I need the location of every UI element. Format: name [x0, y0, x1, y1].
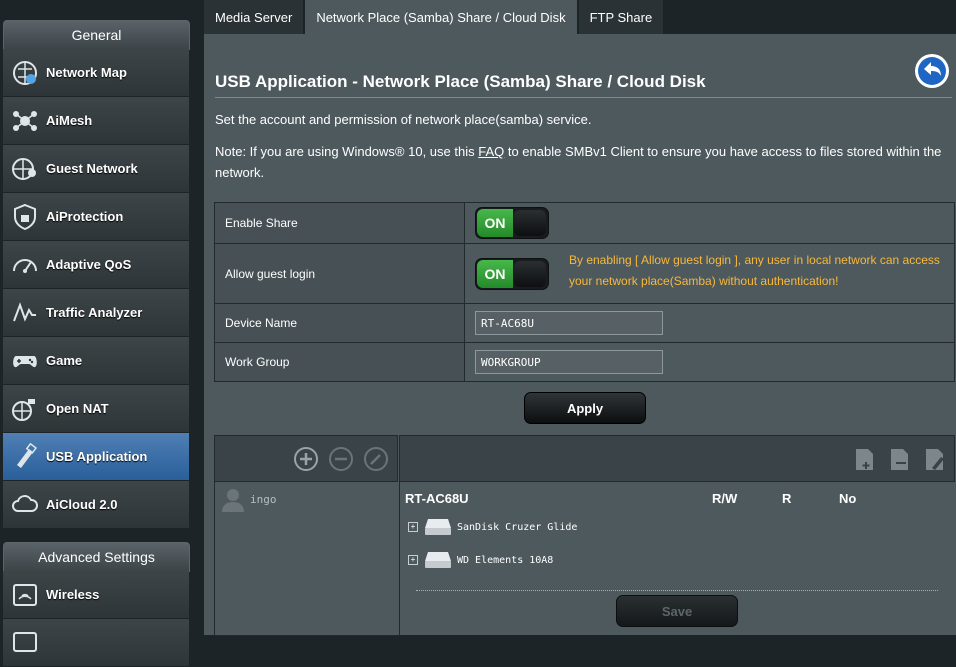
sidebar-item-next[interactable]	[3, 619, 189, 667]
sidebar-item-aimesh[interactable]: AiMesh	[3, 97, 189, 145]
sidebar-item-adaptive-qos[interactable]: Adaptive QoS	[3, 241, 189, 289]
traffic-analyzer-icon	[10, 298, 40, 328]
general-menu: Network Map AiMesh Guest Network AiProte…	[3, 49, 189, 529]
enable-share-label: Enable Share	[214, 202, 465, 244]
title-divider	[215, 97, 952, 98]
sidebar-item-wireless[interactable]: Wireless	[3, 571, 189, 619]
sidebar-item-label: Wireless	[46, 587, 100, 602]
toggle-on-label: ON	[477, 259, 513, 288]
expand-icon[interactable]: +	[408, 522, 418, 532]
sidebar-item-label: AiMesh	[46, 113, 93, 128]
perm-header-rw: R/W	[712, 491, 738, 506]
advanced-menu: Wireless	[3, 571, 189, 667]
tab-ftp-share[interactable]: FTP Share	[578, 0, 666, 34]
sidebar-item-usb-application[interactable]: USB Application	[3, 433, 189, 481]
open-nat-icon	[10, 394, 40, 424]
guest-login-row: Allow guest login ON By enabling [ Allow…	[214, 243, 955, 304]
tab-media-server[interactable]: Media Server	[204, 0, 306, 34]
enable-share-row: Enable Share ON	[214, 202, 955, 244]
add-folder-icon[interactable]	[852, 446, 878, 472]
sidebar-item-aiprotection[interactable]: AiProtection	[3, 193, 189, 241]
device-name-label: Device Name	[214, 303, 465, 343]
panel-divider	[416, 590, 938, 591]
work-group-label: Work Group	[214, 342, 465, 382]
guest-login-warning: By enabling [ Allow guest login ], any u…	[569, 253, 940, 288]
page-description: Set the account and permission of networ…	[215, 112, 592, 127]
sidebar-item-label: Network Map	[46, 65, 127, 80]
enable-share-toggle[interactable]: ON	[475, 207, 549, 239]
device-root-label: RT-AC68U	[405, 491, 469, 506]
save-button[interactable]: Save	[616, 595, 738, 627]
aimesh-icon	[10, 106, 40, 136]
back-arrow-icon[interactable]	[913, 52, 951, 90]
guest-login-toggle[interactable]: ON	[475, 257, 549, 290]
aiprotection-icon	[10, 202, 40, 232]
work-group-row: Work Group	[214, 342, 955, 382]
sidebar-item-label: Adaptive QoS	[46, 257, 132, 272]
toggle-on-label: ON	[477, 209, 513, 237]
game-icon	[10, 346, 40, 376]
smb-note: Note: If you are using Windows® 10, use …	[215, 141, 947, 183]
delete-folder-icon[interactable]	[887, 446, 913, 472]
apply-button[interactable]: Apply	[524, 392, 646, 424]
sidebar-item-aicloud[interactable]: AiCloud 2.0	[3, 481, 189, 529]
aicloud-icon	[10, 490, 40, 520]
sidebar-item-open-nat[interactable]: Open NAT	[3, 385, 189, 433]
guest-login-label: Allow guest login	[214, 243, 465, 304]
sidebar-item-network-map[interactable]: Network Map	[3, 49, 189, 97]
device-name-input[interactable]	[475, 311, 663, 335]
lan-icon	[10, 628, 40, 658]
hard-disk-icon	[425, 552, 451, 568]
add-account-icon[interactable]	[293, 446, 319, 472]
sidebar-item-label: Traffic Analyzer	[46, 305, 143, 320]
guest-network-icon	[10, 154, 40, 184]
user-icon	[222, 489, 244, 512]
edit-account-icon[interactable]	[363, 446, 389, 472]
disk-label: WD Elements 10A8	[457, 554, 554, 566]
disk-label: SanDisk Cruzer Glide	[457, 521, 578, 533]
perm-header-no: No	[839, 491, 857, 506]
sidebar-item-label: AiCloud 2.0	[46, 497, 118, 512]
wireless-icon	[10, 580, 40, 610]
folder-permission-panel: RT-AC68U R/W R No + SanDisk Cruzer Glide…	[399, 482, 956, 635]
device-name-row: Device Name	[214, 303, 955, 343]
advanced-section-header: Advanced Settings	[3, 542, 190, 572]
account-name: ingo	[250, 492, 277, 506]
account-toolbar	[214, 435, 398, 482]
share-settings-table: Enable Share ON Allow guest login ON By …	[214, 202, 955, 382]
edit-folder-icon[interactable]	[922, 446, 948, 472]
sidebar-item-label: USB Application	[46, 449, 148, 464]
page-title: USB Application - Network Place (Samba) …	[215, 72, 706, 91]
sidebar-item-label: Guest Network	[46, 161, 138, 176]
faq-link[interactable]: FAQ	[478, 144, 504, 159]
toggle-knob	[514, 260, 546, 287]
sidebar-item-label: AiProtection	[46, 209, 124, 224]
sidebar-item-traffic-analyzer[interactable]: Traffic Analyzer	[3, 289, 189, 337]
expand-icon[interactable]: +	[408, 555, 418, 565]
tab-bar: Media Server Network Place (Samba) Share…	[204, 0, 666, 34]
sidebar-item-game[interactable]: Game	[3, 337, 189, 385]
usb-application-icon	[10, 442, 40, 472]
sidebar-item-label: Open NAT	[46, 401, 109, 416]
sidebar-item-guest-network[interactable]: Guest Network	[3, 145, 189, 193]
disk-item-sandisk[interactable]: + SanDisk Cruzer Glide	[408, 517, 577, 537]
remove-account-icon[interactable]	[328, 446, 354, 472]
adaptive-qos-icon	[10, 250, 40, 280]
perm-header-r: R	[782, 491, 792, 506]
main-content: USB Application - Network Place (Samba) …	[204, 34, 956, 636]
sidebar: General Network Map AiMesh Guest Network…	[0, 0, 192, 667]
general-section-header: General	[3, 20, 190, 50]
network-map-icon	[10, 58, 40, 88]
hard-disk-icon	[425, 519, 451, 535]
folder-toolbar	[399, 435, 955, 482]
disk-item-wd-elements[interactable]: + WD Elements 10A8	[408, 550, 553, 570]
work-group-input[interactable]	[475, 350, 663, 374]
account-item[interactable]: ingo	[220, 486, 277, 512]
toggle-knob	[514, 210, 546, 236]
sidebar-item-label: Game	[46, 353, 83, 368]
note-text-before: Note: If you are using Windows® 10, use …	[215, 144, 479, 159]
tab-samba-share[interactable]: Network Place (Samba) Share / Cloud Disk	[305, 0, 579, 34]
